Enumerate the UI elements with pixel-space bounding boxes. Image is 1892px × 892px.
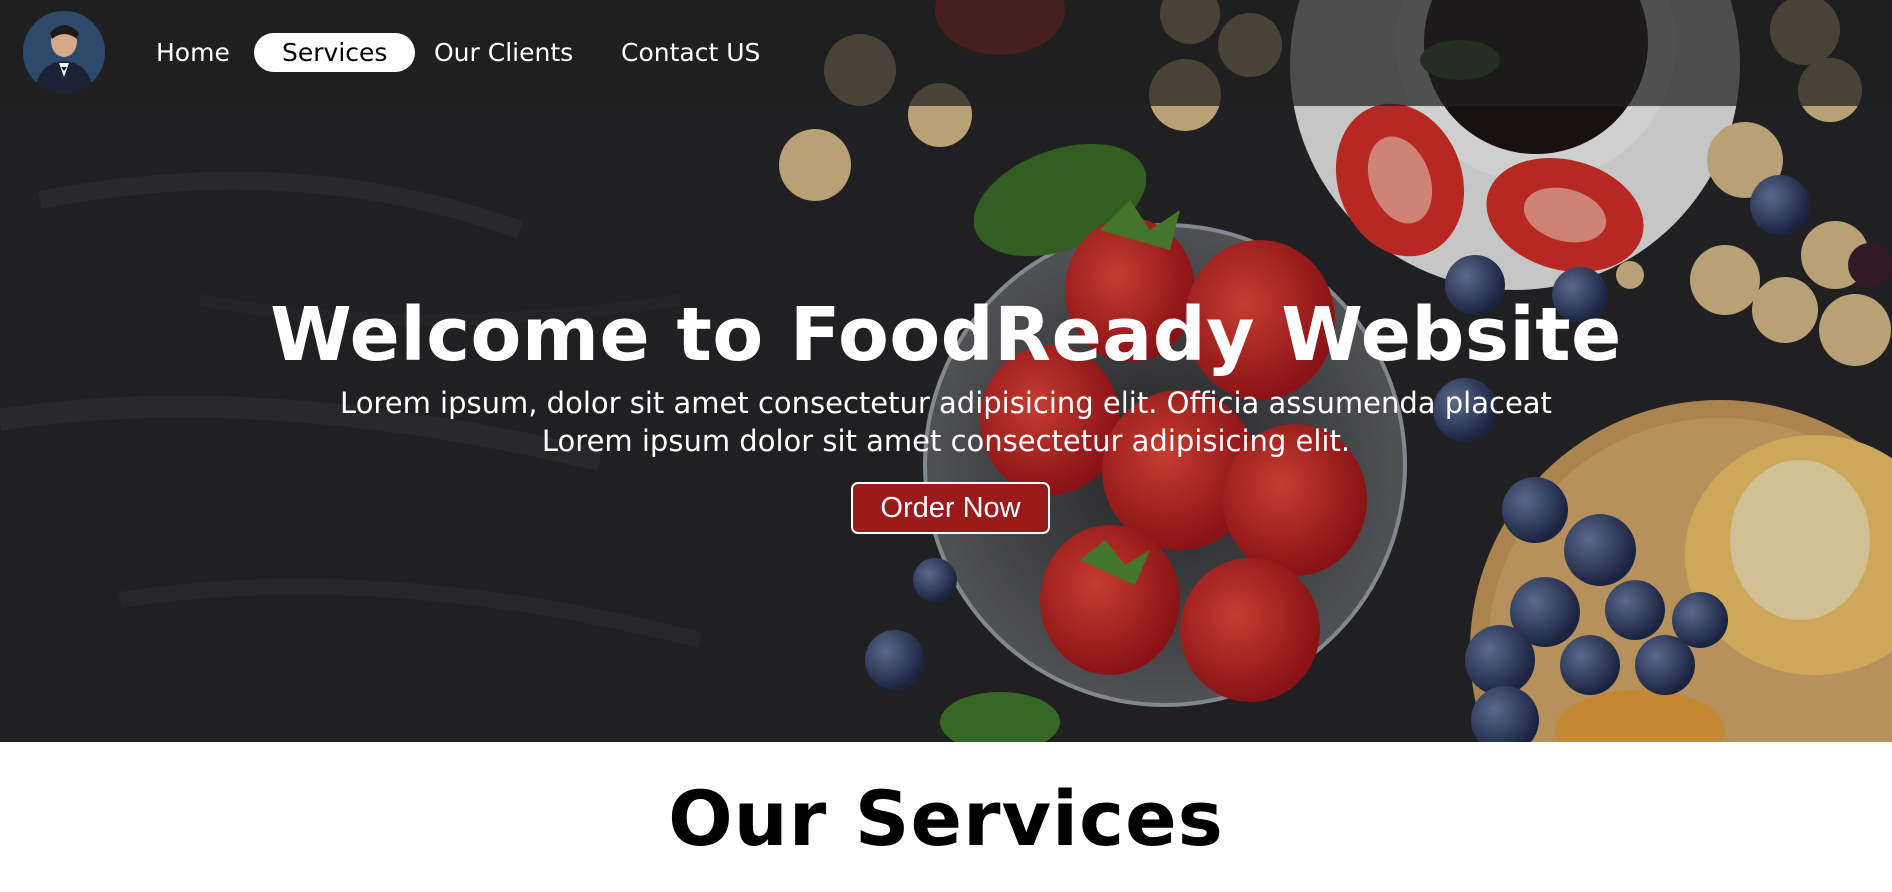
top-navbar: Home Services Our Clients Contact US: [0, 0, 1892, 106]
nav-contact-us[interactable]: Contact US: [593, 33, 788, 72]
order-now-button[interactable]: Order Now: [851, 482, 1050, 534]
profile-photo-icon: [23, 11, 105, 93]
hero-description: Lorem ipsum, dolor sit amet consectetur …: [296, 384, 1596, 460]
services-section-title: Our Services: [668, 774, 1224, 863]
hero-title: Welcome to FoodReady Website: [270, 292, 1622, 378]
nav-services[interactable]: Services: [254, 33, 416, 72]
hero-section: Home Services Our Clients Contact US Wel…: [0, 0, 1892, 742]
nav-home[interactable]: Home: [128, 33, 258, 72]
avatar[interactable]: [23, 11, 105, 93]
hero-description-line-1: Lorem ipsum, dolor sit amet consectetur …: [340, 386, 1552, 420]
hero-description-line-2: Lorem ipsum dolor sit amet consectetur a…: [541, 424, 1351, 458]
nav-our-clients[interactable]: Our Clients: [406, 33, 601, 72]
